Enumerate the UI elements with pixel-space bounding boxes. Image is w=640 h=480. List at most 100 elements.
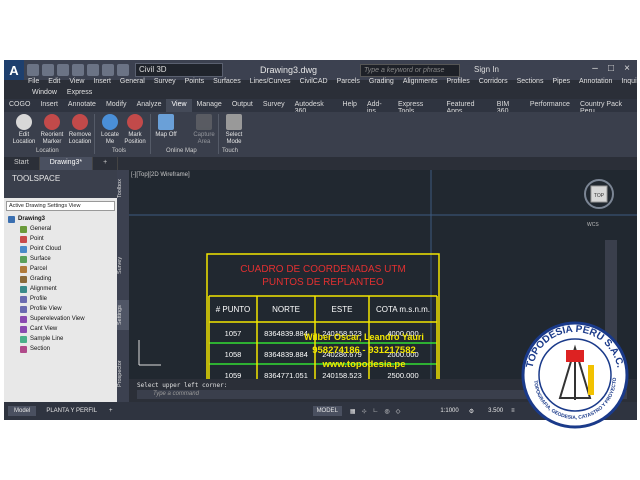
tab-survey[interactable]: Survey (117, 250, 129, 280)
tree-item-surface[interactable]: Surface (6, 254, 114, 264)
ribbon-tab-survey[interactable]: Survey (258, 99, 290, 112)
redo-icon[interactable] (117, 64, 129, 76)
tree-node-icon (20, 225, 27, 233)
ribbon-tab-annotate[interactable]: Annotate (63, 99, 101, 112)
ribbon-tab-help[interactable]: Help (338, 99, 362, 112)
edit-location-button[interactable]: Edit Location (10, 114, 38, 146)
ribbon-tab-manage[interactable]: Manage (192, 99, 227, 112)
new-tab-button[interactable]: + (93, 157, 119, 170)
undo-icon[interactable] (102, 64, 114, 76)
menu-window[interactable]: Window (32, 89, 57, 96)
tab-start[interactable]: Start (4, 157, 40, 170)
menu-grading[interactable]: Grading (369, 78, 394, 90)
ortho-icon[interactable]: ∟ (373, 408, 379, 414)
application-menu-button[interactable]: A (4, 60, 24, 80)
print-icon[interactable] (87, 64, 99, 76)
ribbon-tab-add-ins[interactable]: Add-ins (362, 99, 393, 115)
tree-item-cant-view[interactable]: Cant View (6, 324, 114, 334)
wcs-menu[interactable]: WCS (587, 222, 599, 228)
menu-points[interactable]: Points (185, 78, 204, 90)
watermark-name: Wilber Oscar, Leandro Yauri (304, 332, 424, 342)
tree-item-point-cloud[interactable]: Point Cloud (6, 244, 114, 254)
sign-in-button[interactable]: Sign In (474, 65, 499, 74)
tree-item-sample-line[interactable]: Sample Line (6, 334, 114, 344)
ribbon-tab-modify[interactable]: Modify (101, 99, 132, 112)
menu-pipes[interactable]: Pipes (552, 78, 570, 90)
ribbon-tab-autodesk-360[interactable]: Autodesk 360 (290, 99, 338, 115)
menu-parcels[interactable]: Parcels (337, 78, 360, 90)
tree-item-parcel[interactable]: Parcel (6, 264, 114, 274)
toolspace-view-select[interactable]: Active Drawing Settings View (6, 201, 115, 211)
tree-item-label: Superelevation View (30, 316, 85, 322)
ribbon-tab-performance[interactable]: Performance (525, 99, 575, 112)
menu-general[interactable]: General (120, 78, 145, 90)
menu-profiles[interactable]: Profiles (446, 78, 469, 90)
ribbon-tab-featured-apps[interactable]: Featured Apps (441, 99, 491, 115)
menu-insert[interactable]: Insert (93, 78, 111, 90)
tab-drawing3[interactable]: Drawing3* (39, 157, 94, 170)
save-as-icon[interactable] (72, 64, 84, 76)
model-space-toggle[interactable]: MODEL (312, 406, 342, 416)
tab-toolbox[interactable]: Toolbox (117, 174, 129, 204)
tree-item-general[interactable]: General (6, 224, 114, 234)
grid-icon[interactable]: ▦ (350, 408, 356, 415)
mark-position-button[interactable]: Mark Position (121, 114, 149, 146)
tree-item-profile-view[interactable]: Profile View (6, 304, 114, 314)
tab-model[interactable]: Model (8, 406, 37, 416)
table-cell: 240158.523 (322, 371, 362, 379)
menu-survey[interactable]: Survey (154, 78, 176, 90)
tab-prospector[interactable]: Prospector (117, 356, 129, 392)
close-icon[interactable]: × (621, 63, 633, 75)
ribbon-tab-country-pack-peru[interactable]: Country Pack Peru (575, 99, 637, 115)
search-input[interactable]: Type a keyword or phrase (360, 64, 460, 77)
ribbon-tab-output[interactable]: Output (227, 99, 258, 112)
menu-sections[interactable]: Sections (517, 78, 544, 90)
menu-inquiry[interactable]: Inquiry (621, 78, 637, 90)
maximize-icon[interactable]: □ (605, 63, 617, 75)
menu-express[interactable]: Express (67, 89, 92, 96)
menu-surfaces[interactable]: Surfaces (213, 78, 241, 90)
snap-icon[interactable]: ⊹ (362, 408, 367, 415)
tree-item-section[interactable]: Section (6, 344, 114, 354)
menu-icon[interactable]: ≡ (511, 408, 515, 414)
tab-settings[interactable]: Settings (117, 300, 129, 330)
minimize-icon[interactable]: – (589, 63, 601, 75)
annotation-scale[interactable]: 1:1000 (440, 408, 458, 414)
ribbon-tab-view[interactable]: View (166, 99, 192, 112)
select-mode-button[interactable]: Select Mode (220, 114, 248, 146)
gear-icon[interactable]: ⚙ (469, 408, 474, 415)
menu-civilcad[interactable]: CivilCAD (300, 78, 328, 90)
tree-item-superelevation-view[interactable]: Superelevation View (6, 314, 114, 324)
ribbon-tab-insert[interactable]: Insert (35, 99, 63, 112)
tree-root-drawing[interactable]: Drawing3 (6, 214, 114, 224)
tree-item-profile[interactable]: Profile (6, 294, 114, 304)
add-layout-button[interactable]: + (109, 408, 113, 414)
osnap-icon[interactable]: ◇ (396, 408, 401, 415)
toolspace-panel: TOOLSPACE Active Drawing Settings View D… (4, 170, 117, 402)
workspace-select[interactable]: Civil 3D (135, 63, 223, 77)
ribbon-tab-cogo[interactable]: COGO (4, 99, 35, 112)
capture-area-button[interactable]: Capture Area (190, 114, 218, 146)
tree-item-point[interactable]: Point (6, 234, 114, 244)
tab-planta-y-perfil[interactable]: PLANTA Y PERFIL (40, 406, 103, 416)
polar-icon[interactable]: ◎ (384, 408, 389, 415)
menu-annotation[interactable]: Annotation (579, 78, 612, 90)
save-icon[interactable] (57, 64, 69, 76)
ribbon-tab-bim-360[interactable]: BIM 360 (492, 99, 525, 115)
tree-item-grading[interactable]: Grading (6, 274, 114, 284)
ribbon-tab-express-tools[interactable]: Express Tools (393, 99, 441, 115)
remove-location-button[interactable]: Remove Location (66, 114, 94, 146)
menu-lines-curves[interactable]: Lines/Curves (250, 78, 291, 90)
new-icon[interactable] (27, 64, 39, 76)
table-cell: 8364771.051 (264, 371, 308, 379)
map-off-button[interactable]: Map Off (152, 114, 180, 139)
tree-item-label: Alignment (30, 286, 57, 292)
locate-me-button[interactable]: Locate Me (96, 114, 124, 146)
menu-alignments[interactable]: Alignments (403, 78, 438, 90)
ribbon-tab-analyze[interactable]: Analyze (132, 99, 167, 112)
reorient-marker-button[interactable]: Reorient Marker (38, 114, 66, 146)
menu-corridors[interactable]: Corridors (479, 78, 508, 90)
remove-location-icon (72, 114, 88, 130)
open-icon[interactable] (42, 64, 54, 76)
tree-item-alignment[interactable]: Alignment (6, 284, 114, 294)
